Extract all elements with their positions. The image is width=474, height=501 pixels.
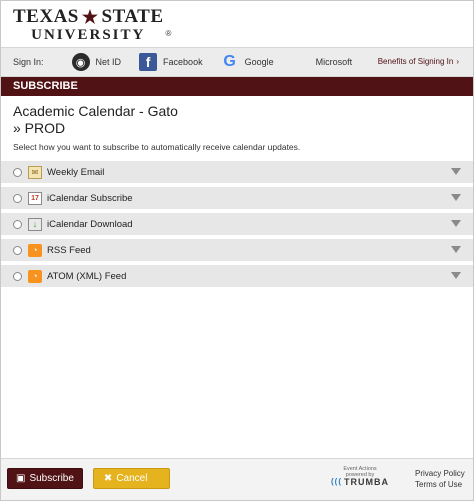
page-instructions: Select how you want to subscribe to auto… [13, 142, 301, 152]
signin-label: Sign In: [13, 57, 44, 67]
chevron-down-icon[interactable] [451, 246, 461, 253]
chevron-down-icon[interactable] [451, 220, 461, 227]
email-icon: ✉ [28, 165, 42, 179]
download-icon: ↓ [28, 217, 42, 231]
signin-google-button[interactable]: G Google [221, 53, 274, 71]
option-rss-feed[interactable]: ◔ RSS Feed [1, 239, 473, 261]
trumba-logo: ((( TRUMBA [331, 477, 389, 487]
signin-netid-button[interactable]: ◉ Net ID [71, 53, 122, 71]
title-area: Academic Calendar - Gato » PROD Select h… [1, 96, 473, 152]
signin-microsoft-button[interactable]: Microsoft [292, 53, 353, 71]
footer: ▣ Subscribe ✖ Cancel Event Actions power… [1, 458, 473, 500]
logo-text: TEXAS ★ STATE UNIVERSITY [13, 7, 164, 44]
trumba-brand: TRUMBA [344, 477, 389, 487]
chevron-right-icon: › [456, 57, 459, 66]
google-icon: G [223, 53, 236, 70]
cancel-button[interactable]: ✖ Cancel [92, 468, 171, 489]
provider-label: Net ID [95, 57, 122, 67]
terms-of-use-link[interactable]: Terms of Use [415, 479, 465, 490]
calendar-icon: ▣ [16, 473, 26, 484]
benefits-link[interactable]: Benefits of Signing In › [378, 57, 459, 66]
option-label: RSS Feed [47, 244, 91, 256]
radio-button[interactable] [13, 219, 22, 229]
chevron-down-icon[interactable] [451, 168, 461, 175]
cancel-button-label: Cancel [116, 473, 148, 484]
facebook-icon: f [139, 53, 158, 71]
signin-facebook-button[interactable]: f Facebook [139, 53, 203, 71]
signal-icon: ((( [331, 477, 342, 486]
provider-label: Facebook [163, 57, 203, 67]
close-icon: ✖ [103, 473, 113, 484]
chevron-down-icon[interactable] [451, 272, 461, 279]
logo-university: UNIVERSITY [31, 27, 146, 43]
icalendar-icon: 17 [28, 191, 42, 205]
star-icon: ★ [81, 7, 99, 27]
registered-mark: ® [165, 29, 172, 38]
logo-line1: TEXAS ★ STATE [13, 7, 164, 27]
logo-state: STATE [101, 6, 164, 27]
subscribe-options: ✉ Weekly Email 17 iCalendar Subscribe ↓ … [1, 161, 473, 287]
header: TEXAS ★ STATE UNIVERSITY ® [1, 1, 473, 47]
radio-button[interactable] [13, 167, 22, 177]
option-label: ATOM (XML) Feed [47, 270, 127, 282]
subscribe-button[interactable]: ▣ Subscribe [7, 468, 83, 489]
legal-links: Privacy Policy Terms of Use [415, 468, 465, 490]
logo-texas: TEXAS [13, 6, 79, 27]
texas-state-logo[interactable]: TEXAS ★ STATE UNIVERSITY ® [13, 7, 473, 44]
page-title: Academic Calendar - Gato » PROD [13, 103, 461, 137]
radio-button[interactable] [13, 271, 22, 281]
netid-icon: ◉ [71, 53, 90, 71]
option-icalendar-download[interactable]: ↓ iCalendar Download [1, 213, 473, 235]
radio-button[interactable] [13, 193, 22, 203]
subscribe-button-label: Subscribe [29, 473, 74, 484]
radio-button[interactable] [13, 245, 22, 255]
trumba-badge[interactable]: Event Actions powered by ((( TRUMBA [331, 466, 389, 487]
option-label: Weekly Email [47, 166, 105, 178]
option-label: iCalendar Subscribe [47, 192, 133, 204]
option-label: iCalendar Download [47, 218, 133, 230]
chevron-down-icon[interactable] [451, 194, 461, 201]
provider-label: Microsoft [315, 57, 353, 67]
provider-label: Google [244, 57, 274, 67]
atom-icon: ◔ [28, 269, 42, 283]
rss-icon: ◔ [28, 243, 42, 257]
option-atom-feed[interactable]: ◔ ATOM (XML) Feed [1, 265, 473, 287]
page-title-line2: » PROD [13, 120, 66, 136]
signin-bar: Sign In: ◉ Net ID f Facebook G Google Mi… [1, 47, 473, 77]
benefits-label: Benefits of Signing In [377, 57, 454, 66]
option-weekly-email[interactable]: ✉ Weekly Email [1, 161, 473, 183]
option-icalendar-subscribe[interactable]: 17 iCalendar Subscribe [1, 187, 473, 209]
privacy-policy-link[interactable]: Privacy Policy [415, 468, 465, 479]
page-title-line1: Academic Calendar - Gato [13, 103, 178, 119]
subscribe-section-header: SUBSCRIBE [1, 77, 473, 96]
microsoft-icon [292, 53, 310, 71]
